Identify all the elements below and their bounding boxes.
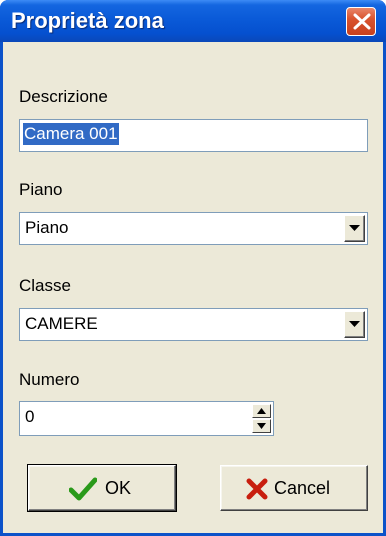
- arrow-down-icon: [257, 423, 266, 429]
- x-cross-icon: [246, 478, 268, 500]
- classe-dropdown-button[interactable]: [344, 311, 365, 338]
- spin-down-button[interactable]: [252, 419, 271, 433]
- descrizione-value: Camera 001: [23, 123, 119, 145]
- dialog-body: Descrizione Camera 001 Piano Piano Class…: [3, 42, 383, 533]
- classe-label: Classe: [19, 276, 71, 295]
- classe-value: CAMERE: [25, 314, 98, 333]
- numero-spinbox[interactable]: 0: [19, 401, 274, 436]
- numero-spin-control: [252, 404, 271, 433]
- chevron-down-icon: [349, 225, 360, 231]
- numero-value: 0: [25, 407, 35, 426]
- close-button[interactable]: [346, 7, 376, 36]
- close-icon: [353, 13, 371, 30]
- classe-select[interactable]: CAMERE: [19, 308, 368, 341]
- ok-button[interactable]: OK: [27, 464, 177, 512]
- checkmark-icon: [69, 477, 97, 501]
- window-title: Proprietà zona: [11, 8, 164, 33]
- piano-label: Piano: [19, 180, 63, 199]
- descrizione-input[interactable]: Camera 001: [19, 119, 368, 152]
- ok-label: OK: [105, 478, 132, 498]
- cancel-button[interactable]: Cancel: [220, 465, 368, 511]
- title-bar[interactable]: Proprietà zona: [0, 0, 386, 42]
- descrizione-label: Descrizione: [19, 87, 108, 106]
- dialog-window: Proprietà zona Descrizione Camera 001 Pi…: [0, 0, 386, 536]
- arrow-up-icon: [257, 408, 266, 414]
- numero-label: Numero: [19, 370, 80, 389]
- spin-up-button[interactable]: [252, 404, 271, 418]
- piano-dropdown-button[interactable]: [344, 215, 365, 242]
- chevron-down-icon: [349, 321, 360, 327]
- piano-value: Piano: [25, 218, 69, 237]
- cancel-label: Cancel: [274, 478, 331, 498]
- piano-select[interactable]: Piano: [19, 212, 368, 245]
